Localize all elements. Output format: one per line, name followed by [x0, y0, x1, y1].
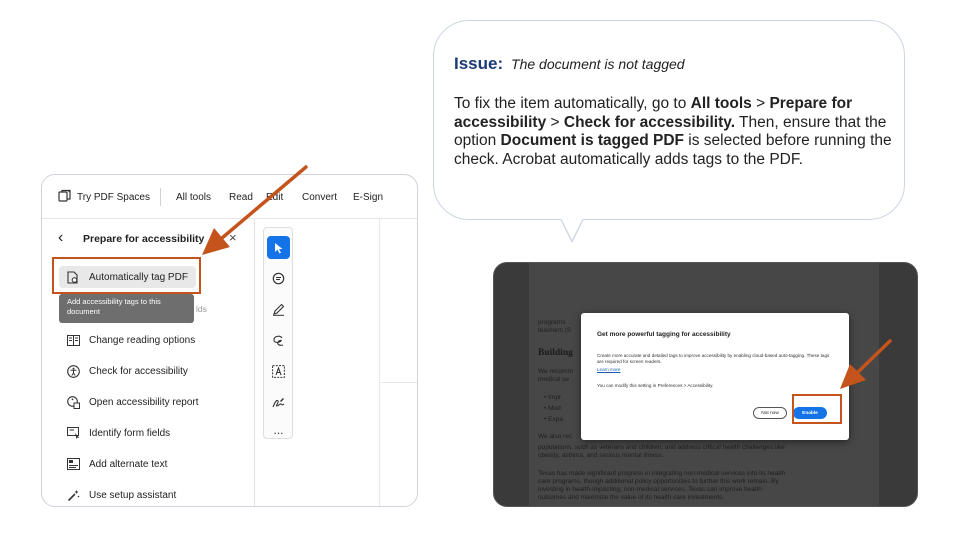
tab-edit[interactable]: Edit	[266, 192, 283, 203]
callout-tail-fill	[561, 218, 583, 240]
close-icon[interactable]: ×	[229, 230, 237, 245]
tab-esign[interactable]: E-Sign	[353, 192, 383, 203]
pdf-spaces-icon	[58, 189, 71, 202]
draw-icon[interactable]	[267, 329, 290, 352]
highlight-pen-icon[interactable]	[267, 298, 290, 321]
alt-text-icon	[66, 457, 80, 471]
dialog-title: Get more powerful tagging for accessibil…	[597, 331, 731, 338]
sign-icon[interactable]	[267, 391, 290, 414]
doc-heading: Building	[538, 348, 573, 358]
doc-line: Texas has made significant progress in i…	[538, 470, 786, 477]
highlight-automatically-tag-pdf	[52, 257, 201, 294]
accessibility-report-icon	[66, 395, 80, 409]
tool-check-for-accessibility[interactable]: Check for accessibility	[66, 362, 188, 380]
fix-emphasis: Document is tagged PDF	[500, 132, 684, 149]
chevron-left-icon[interactable]: ‹	[58, 229, 63, 247]
text-select-icon[interactable]	[267, 360, 290, 383]
comment-icon[interactable]	[267, 267, 290, 290]
acrobat-topbar: Try PDF Spaces All tools Read Edit Conve…	[42, 175, 417, 219]
tool-label: Open accessibility report	[89, 396, 199, 408]
tool-label: Check for accessibility	[89, 365, 188, 377]
doc-line: obesity, asthma, and serious mental illn…	[538, 452, 664, 459]
tool-identify-form-fields[interactable]: Identify form fields	[66, 424, 170, 442]
more-icon[interactable]: ...	[267, 418, 290, 441]
fix-emphasis: All tools	[690, 95, 752, 112]
tool-open-accessibility-report[interactable]: Open accessibility report	[66, 393, 199, 411]
enable-dialog-screenshot: programs teachers (S Building We recomm …	[493, 262, 918, 507]
tab-convert[interactable]: Convert	[302, 192, 337, 203]
tab-read[interactable]: Read	[229, 192, 253, 203]
dialog-body: Create more accurate and detailed tags t…	[597, 353, 830, 364]
issue-label: Issue:	[454, 54, 504, 73]
sidebar-header: ‹ Prepare for accessibility ×	[42, 219, 254, 259]
doc-line: investing in health-impacting, non-medic…	[538, 486, 762, 493]
tool-label: Use setup assistant	[89, 489, 177, 501]
tool-add-alternate-text[interactable]: Add alternate text	[66, 455, 167, 473]
try-pdf-spaces-link[interactable]: Try PDF Spaces	[77, 192, 150, 203]
acrobat-panel: Try PDF Spaces All tools Read Edit Conve…	[41, 174, 418, 507]
tool-change-reading-options[interactable]: Change reading options	[66, 331, 195, 349]
document-area-edge	[379, 219, 380, 506]
doc-line: populations, such as veterans and childr…	[538, 444, 785, 451]
sidebar-title: Prepare for accessibility	[83, 233, 205, 245]
quick-tools-rail: ...	[263, 227, 293, 439]
panel-divider	[254, 219, 255, 506]
fix-text-segment: >	[546, 113, 564, 131]
tooltip: Add accessibility tags to this document	[59, 294, 194, 323]
form-fields-icon	[66, 426, 80, 440]
pointer-icon[interactable]	[267, 236, 290, 259]
doc-line: outcomes and maximize the value of its h…	[538, 494, 725, 501]
document-area-divider	[379, 382, 417, 383]
tool-label: Change reading options	[89, 334, 196, 346]
fix-text-segment: To fix the item automatically, go to	[454, 95, 691, 112]
fix-instructions: To fix the item automatically, go to All…	[454, 95, 899, 169]
setup-assistant-icon	[66, 488, 80, 502]
accessibility-check-icon	[66, 364, 80, 378]
not-now-button[interactable]: Not now	[753, 407, 787, 419]
learn-more-link[interactable]: Learn more	[597, 367, 621, 372]
highlight-enable-button	[792, 394, 842, 424]
tool-label: Add alternate text	[89, 458, 168, 470]
issue-callout: Issue: The document is not tagged To fix…	[433, 20, 905, 220]
topbar-separator	[160, 188, 161, 206]
obscured-tool-label: lds	[196, 304, 207, 314]
tool-use-setup-assistant[interactable]: Use setup assistant	[66, 486, 176, 504]
issue-text: The document is not tagged	[511, 56, 685, 72]
dialog-note: You can modify this setting in Preferenc…	[597, 383, 714, 388]
fix-emphasis: Check for accessibility.	[563, 113, 736, 131]
reading-options-icon	[66, 333, 80, 347]
tab-all-tools[interactable]: All tools	[176, 192, 211, 203]
tool-label: Identify form fields	[89, 427, 171, 439]
doc-line: care programs, though additional policy …	[538, 478, 779, 485]
fix-text-segment: >	[751, 95, 770, 112]
issue-line: Issue: The document is not tagged	[454, 54, 685, 74]
